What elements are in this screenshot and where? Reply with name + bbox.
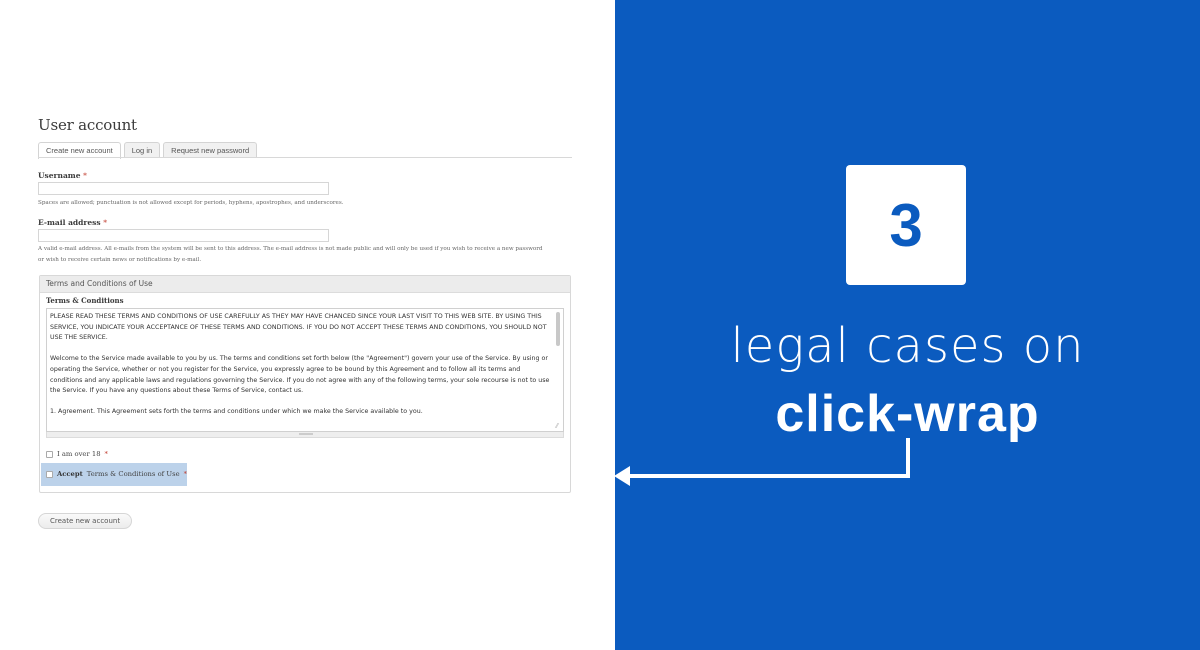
create-account-button[interactable]: Create new account (38, 513, 133, 529)
signup-form-panel: User account Create new account Log in R… (0, 0, 615, 650)
resize-grip-icon[interactable]: ⁄⁄ (556, 424, 562, 430)
accept-terms-row: Accept Terms & Conditions of Use * (46, 470, 187, 478)
headline-line1: legal cases on (730, 318, 1085, 374)
terms-fieldset: Terms and Conditions of Use Terms & Cond… (39, 275, 571, 493)
terms-textarea[interactable]: PLEASE READ THESE TERMS AND CONDITIONS O… (46, 308, 564, 432)
arrow-head (614, 466, 630, 486)
badge-number: 3 (889, 191, 923, 259)
email-help-line1: A valid e-mail address. All e-mails from… (38, 246, 543, 252)
over18-checkbox[interactable] (46, 450, 53, 458)
terms-paragraph: PLEASE READ THESE TERMS AND CONDITIONS O… (50, 313, 547, 342)
account-tabs: Create new account Log in Request new pa… (38, 142, 258, 159)
required-marker: * (183, 470, 187, 478)
email-label: E-mail address * (38, 218, 107, 227)
arrow-line (626, 438, 910, 478)
grip-icon (299, 433, 313, 435)
over18-label[interactable]: I am over 18 (57, 450, 101, 458)
page-title: User account (38, 116, 137, 134)
number-badge: 3 (846, 165, 966, 285)
accept-terms-label[interactable]: Terms & Conditions of Use (87, 470, 180, 478)
username-label-text: Username (38, 171, 81, 180)
headline-line2: click-wrap (775, 385, 1040, 443)
terms-scrollbar-thumb[interactable] (556, 312, 560, 346)
terms-paragraph: 1. Agreement. This Agreement sets forth … (50, 408, 423, 416)
accept-bold-label[interactable]: Accept (57, 470, 83, 478)
username-input[interactable] (38, 182, 329, 195)
username-label: Username * (38, 171, 87, 180)
over18-row: I am over 18 * (46, 450, 108, 458)
terms-fieldset-legend: Terms and Conditions of Use (40, 276, 570, 293)
terms-paragraph: Welcome to the Service made available to… (50, 355, 550, 395)
terms-label: Terms & Conditions (46, 296, 124, 305)
tab-request-new-password[interactable]: Request new password (163, 142, 258, 158)
accept-terms-checkbox[interactable] (46, 470, 53, 478)
required-marker: * (104, 450, 108, 458)
required-marker: * (83, 171, 87, 180)
tabs-divider (38, 157, 572, 158)
email-help-line2: or wish to receive certain news or notif… (38, 257, 202, 263)
tab-log-in[interactable]: Log in (123, 142, 161, 158)
username-help: Spaces are allowed; punctuation is not a… (38, 200, 344, 206)
required-marker: * (103, 218, 107, 227)
textarea-resize-handle[interactable] (46, 432, 564, 438)
arrow-left-elbow-icon (614, 438, 910, 486)
terms-text: PLEASE READ THESE TERMS AND CONDITIONS O… (50, 312, 550, 429)
email-label-text: E-mail address (38, 218, 101, 227)
email-input[interactable] (38, 229, 329, 242)
